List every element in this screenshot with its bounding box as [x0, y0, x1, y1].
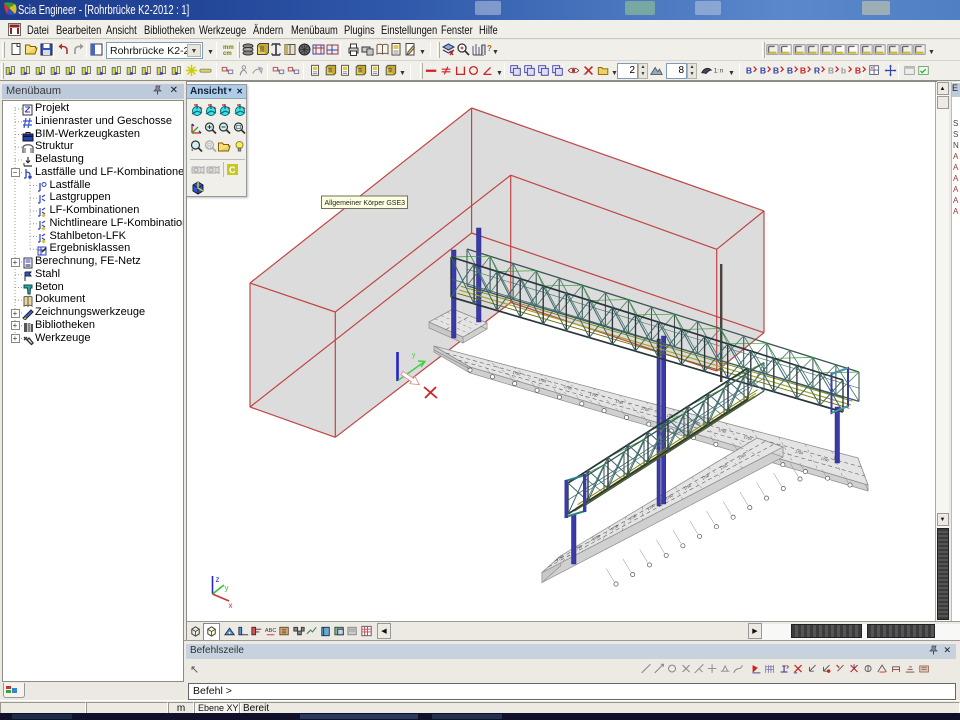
svg-text:B: B: [773, 66, 779, 76]
svg-text:B: B: [855, 66, 861, 76]
svg-text:1:: 1:: [714, 69, 719, 75]
svg-text:B: B: [800, 66, 806, 76]
svg-text:y: y: [412, 352, 416, 359]
svg-text:B: B: [787, 66, 793, 76]
svg-text:Allgemeiner Körper GSE3: Allgemeiner Körper GSE3: [325, 200, 406, 207]
svg-text:?: ?: [487, 44, 492, 53]
svg-text:z: z: [216, 575, 220, 584]
svg-text:y: y: [225, 584, 229, 593]
svg-text:C: C: [229, 165, 236, 175]
svg-text:B: B: [827, 66, 833, 76]
svg-text:R: R: [814, 66, 821, 76]
svg-text:x: x: [229, 601, 233, 610]
svg-text:b: b: [841, 66, 846, 76]
svg-text:n: n: [720, 69, 723, 75]
svg-text:cm: cm: [223, 51, 232, 57]
svg-text:B: B: [746, 66, 752, 76]
svg-text:R: R: [207, 143, 212, 150]
svg-text:ABC: ABC: [265, 628, 277, 634]
svg-text:B: B: [759, 66, 765, 76]
